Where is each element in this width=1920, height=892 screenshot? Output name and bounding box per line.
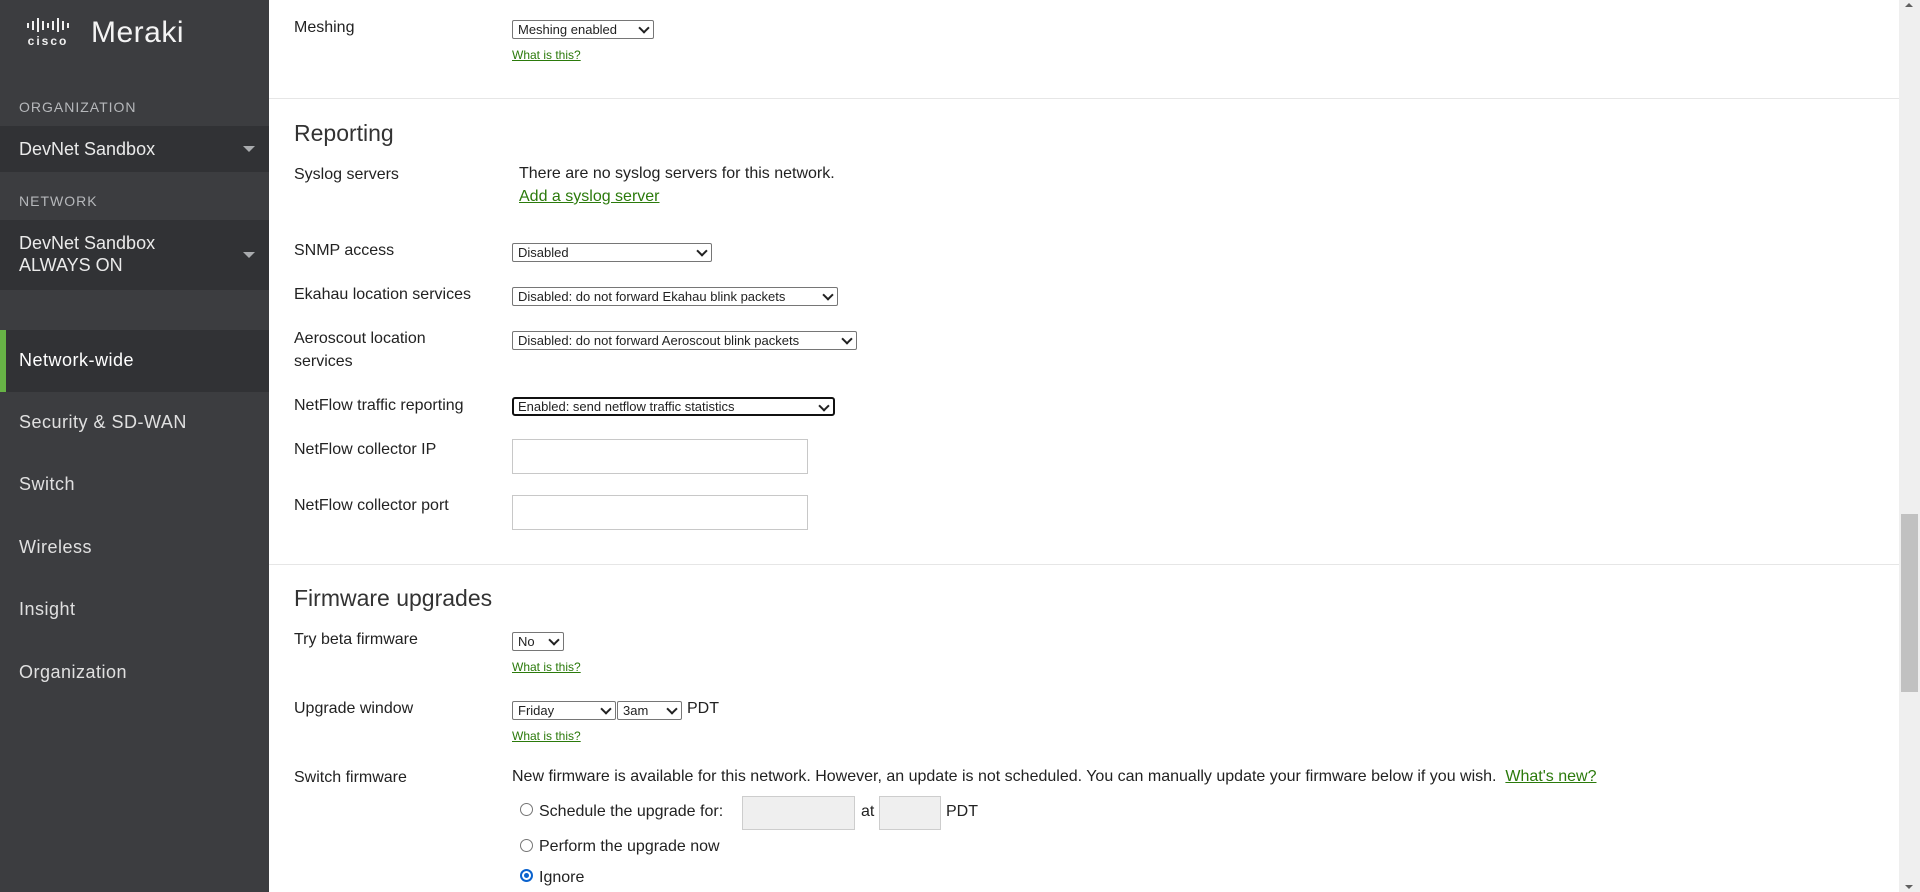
aeroscout-select-value: Disabled: do not forward Aeroscout blink…: [518, 333, 800, 348]
main-content: Meshing Meshing enabled What is this? Re…: [269, 0, 1899, 892]
ignore-label: Ignore: [539, 869, 585, 886]
switch-firmware-label: Switch firmware: [294, 769, 407, 786]
network-name-line2: ALWAYS ON: [19, 255, 123, 275]
section-divider: [269, 564, 1899, 565]
cisco-logo-icon: cisco: [19, 18, 77, 48]
meshing-select[interactable]: Meshing enabled: [512, 20, 654, 39]
upgrade-day-select[interactable]: Friday: [512, 701, 616, 720]
whats-new-link[interactable]: What's new?: [1505, 768, 1596, 785]
aeroscout-select[interactable]: Disabled: do not forward Aeroscout blink…: [512, 331, 857, 350]
nav-item-label: Wireless: [19, 537, 93, 557]
chevron-down-icon: [600, 703, 612, 715]
switch-firmware-notice-text: New firmware is available for this netwo…: [512, 768, 1497, 785]
snmp-select-value: Disabled: [518, 245, 569, 260]
chevron-down-icon: [841, 333, 853, 345]
nav-item-wireless[interactable]: Wireless: [0, 517, 269, 579]
aeroscout-label-line1: Aeroscout location: [294, 330, 426, 347]
schedule-time-input[interactable]: [879, 796, 941, 830]
netflow-collector-ip-label: NetFlow collector IP: [294, 441, 437, 458]
aeroscout-label-line2: services: [294, 353, 353, 370]
netflow-collector-ip-input[interactable]: [512, 439, 808, 474]
meshing-help-link[interactable]: What is this?: [512, 48, 581, 62]
nav-item-security-sd-wan[interactable]: Security & SD-WAN: [0, 392, 269, 454]
section-divider: [269, 98, 1899, 99]
nav-item-organization[interactable]: Organization: [0, 642, 269, 704]
meraki-wordmark: Meraki: [91, 16, 185, 49]
active-indicator: [0, 330, 6, 392]
nav-item-label: Switch: [19, 474, 76, 494]
upgrade-window-label: Upgrade window: [294, 700, 414, 717]
page-scrollbar[interactable]: [1899, 0, 1920, 892]
chevron-down-icon: [696, 245, 708, 257]
upgrade-day-select-value: Friday: [518, 703, 555, 718]
snmp-select[interactable]: Disabled: [512, 243, 712, 262]
scroll-up-arrow-icon[interactable]: [1905, 3, 1913, 7]
caret-down-icon: [243, 146, 255, 152]
ekahau-select-value: Disabled: do not forward Ekahau blink pa…: [518, 289, 786, 304]
beta-firmware-label: Try beta firmware: [294, 631, 418, 648]
organization-picker[interactable]: DevNet Sandbox: [0, 126, 269, 172]
syslog-empty-text: There are no syslog servers for this net…: [519, 165, 835, 182]
organization-section-label: ORGANIZATION: [19, 99, 137, 115]
meshing-label: Meshing: [294, 19, 355, 36]
upgrade-time-select[interactable]: 3am: [617, 701, 682, 720]
schedule-timezone: PDT: [946, 803, 978, 820]
netflow-collector-port-input[interactable]: [512, 495, 808, 530]
ekahau-label: Ekahau location services: [294, 286, 471, 303]
chevron-down-icon: [666, 703, 678, 715]
syslog-label: Syslog servers: [294, 166, 399, 183]
nav-item-switch[interactable]: Switch: [0, 454, 269, 516]
upgrade-window-help-link[interactable]: What is this?: [512, 729, 581, 743]
meshing-select-value: Meshing enabled: [518, 22, 618, 37]
schedule-date-input[interactable]: [742, 796, 855, 830]
network-section-label: NETWORK: [19, 193, 98, 209]
reporting-section-title: Reporting: [294, 120, 394, 146]
snmp-label: SNMP access: [294, 242, 395, 259]
perform-upgrade-now-radio[interactable]: [520, 839, 533, 852]
sidebar: cisco Meraki ORGANIZATION DevNet Sandbox…: [0, 0, 269, 892]
ignore-radio[interactable]: [520, 869, 533, 882]
chevron-down-icon: [548, 634, 560, 646]
upgrade-window-timezone: PDT: [687, 700, 719, 717]
nav-item-label: Security & SD-WAN: [19, 412, 187, 432]
schedule-upgrade-radio[interactable]: [520, 803, 533, 816]
caret-down-icon: [243, 252, 255, 258]
beta-firmware-select[interactable]: No: [512, 632, 564, 651]
organization-name: DevNet Sandbox: [19, 139, 156, 159]
schedule-upgrade-label: Schedule the upgrade for:: [539, 803, 724, 820]
netflow-reporting-select-value: Enabled: send netflow traffic statistics: [518, 399, 735, 414]
nav-item-label: Insight: [19, 599, 76, 619]
add-syslog-server-link[interactable]: Add a syslog server: [519, 188, 660, 206]
cisco-wordmark: cisco: [27, 34, 69, 48]
ekahau-select[interactable]: Disabled: do not forward Ekahau blink pa…: [512, 287, 838, 306]
chevron-down-icon: [638, 22, 650, 34]
upgrade-time-select-value: 3am: [623, 703, 649, 718]
nav-item-label: Network-wide: [19, 350, 135, 370]
netflow-reporting-select[interactable]: Enabled: send netflow traffic statistics: [512, 397, 835, 416]
switch-firmware-notice: New firmware is available for this netwo…: [512, 768, 1596, 786]
chevron-down-icon: [818, 400, 830, 412]
schedule-at-label: at: [861, 803, 875, 820]
scrollbar-thumb[interactable]: [1901, 514, 1918, 692]
firmware-section-title: Firmware upgrades: [294, 585, 493, 611]
chevron-down-icon: [822, 289, 834, 301]
nav-item-insight[interactable]: Insight: [0, 579, 269, 641]
netflow-reporting-label: NetFlow traffic reporting: [294, 397, 464, 414]
network-picker[interactable]: DevNet Sandbox ALWAYS ON: [0, 220, 269, 290]
nav-item-network-wide[interactable]: Network-wide: [0, 330, 269, 392]
scroll-down-arrow-icon[interactable]: [1905, 885, 1913, 889]
netflow-collector-port-label: NetFlow collector port: [294, 497, 449, 514]
perform-upgrade-now-label: Perform the upgrade now: [539, 838, 720, 855]
beta-firmware-help-link[interactable]: What is this?: [512, 660, 581, 674]
nav-item-label: Organization: [19, 662, 128, 682]
network-name-line1: DevNet Sandbox: [19, 233, 156, 253]
cisco-meraki-logo[interactable]: cisco Meraki: [19, 16, 184, 50]
beta-firmware-select-value: No: [518, 634, 535, 649]
